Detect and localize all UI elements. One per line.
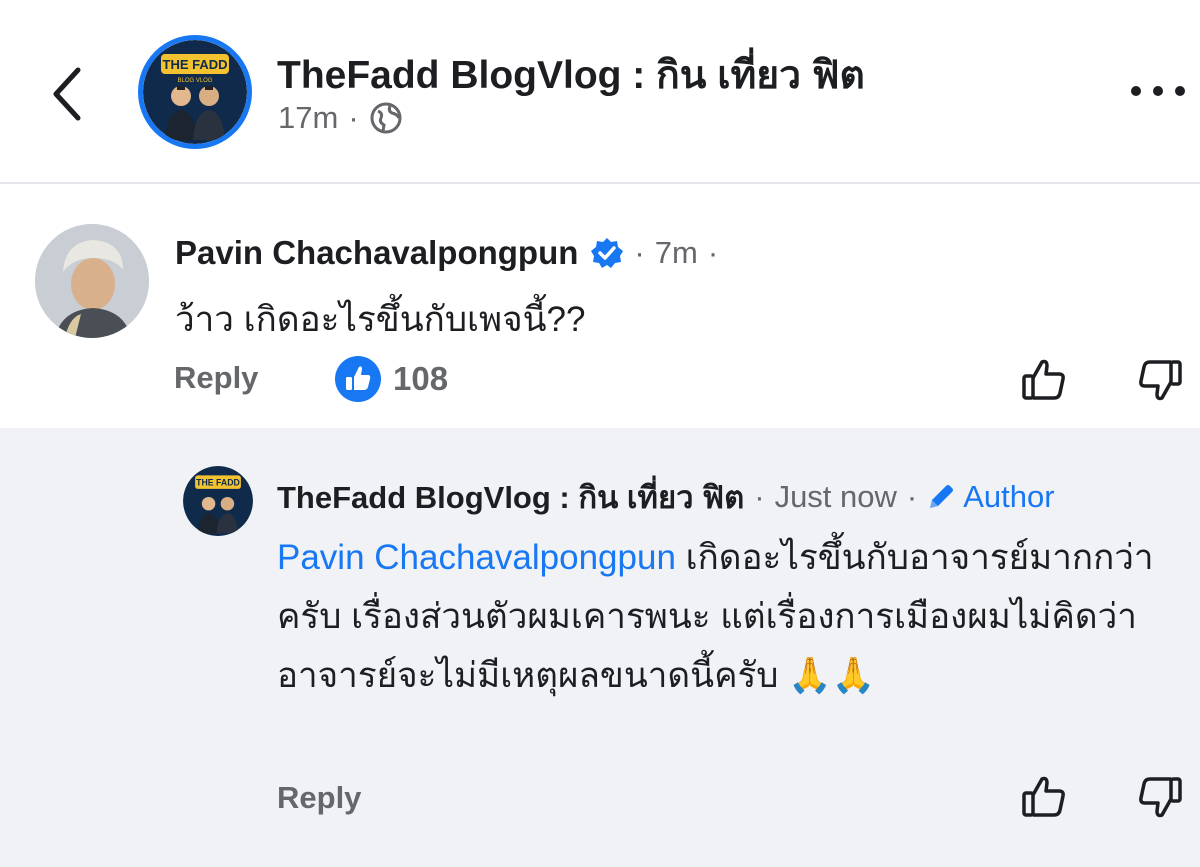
post-header: THE FADD BLOG VLOG TheFadd BlogVlog : กิ… xyxy=(0,0,1200,184)
page-logo-image: THE FADD xyxy=(183,466,253,536)
chevron-left-icon xyxy=(53,67,81,121)
comment-time[interactable]: 7m xyxy=(655,235,698,271)
author-badge-label: Author xyxy=(963,479,1055,514)
upvote-button[interactable] xyxy=(1020,773,1068,821)
more-options-button[interactable] xyxy=(1128,80,1188,102)
page-logo-image: THE FADD BLOG VLOG xyxy=(143,40,247,144)
downvote-button[interactable] xyxy=(1136,773,1184,821)
upvote-button[interactable] xyxy=(1020,356,1068,404)
reply-time[interactable]: Just now xyxy=(775,479,897,515)
meta-separator: · xyxy=(906,479,918,514)
logo-text: THE FADD xyxy=(196,478,240,488)
back-button[interactable] xyxy=(40,58,96,130)
reply-button[interactable]: Reply xyxy=(174,360,258,396)
reply-author-avatar[interactable]: THE FADD xyxy=(183,466,253,536)
thumbs-up-icon xyxy=(1022,359,1065,400)
mention-link[interactable]: Pavin Chachavalpongpun xyxy=(277,538,676,577)
thumbs-down-icon xyxy=(1139,360,1182,401)
commenter-photo xyxy=(35,224,149,338)
comment-author-row: Pavin Chachavalpongpun · 7m · xyxy=(175,234,718,272)
meta-separator: · xyxy=(754,479,765,514)
thumbs-up-icon xyxy=(1022,776,1065,817)
meta-separator: · xyxy=(707,235,719,270)
pray-emoji: 🙏🙏 xyxy=(788,656,876,695)
meta-separator: · xyxy=(348,100,359,135)
comment-text: ว้าว เกิดอะไรขึ้นกับเพจนี้?? xyxy=(175,300,586,339)
downvote-button[interactable] xyxy=(1136,356,1184,404)
thumbs-down-icon xyxy=(1139,777,1182,818)
comment-author[interactable]: Pavin Chachavalpongpun xyxy=(175,234,578,272)
author-badge: Author xyxy=(925,479,1055,515)
logo-text: THE FADD xyxy=(163,57,228,72)
globe-icon xyxy=(370,102,402,134)
reply-author-row: TheFadd BlogVlog : กิน เที่ยว ฟิต · Just… xyxy=(277,472,1055,522)
post-comments-view: THE FADD BLOG VLOG TheFadd BlogVlog : กิ… xyxy=(0,0,1200,867)
meta-separator: · xyxy=(634,235,645,270)
reply-button[interactable]: Reply xyxy=(277,780,361,816)
page-title[interactable]: TheFadd BlogVlog : กิน เที่ยว ฟิต xyxy=(277,44,865,106)
logo-subtext: BLOG VLOG xyxy=(177,78,212,84)
verified-badge-icon xyxy=(591,238,624,268)
more-horizontal-icon xyxy=(1131,86,1185,96)
post-time[interactable]: 17m xyxy=(278,100,338,136)
reaction-summary[interactable]: 108 xyxy=(335,356,448,402)
commenter-avatar[interactable] xyxy=(35,224,149,338)
reply-text: Pavin Chachavalpongpun เกิดอะไรขึ้นกับอา… xyxy=(277,528,1192,705)
pencil-icon xyxy=(930,485,954,508)
page-avatar[interactable]: THE FADD BLOG VLOG xyxy=(138,35,252,149)
reply-author[interactable]: TheFadd BlogVlog : กิน เที่ยว ฟิต xyxy=(277,472,744,522)
like-count: 108 xyxy=(393,360,449,397)
like-reaction-icon xyxy=(335,356,381,402)
post-meta: 17m · xyxy=(278,100,403,136)
comment: Pavin Chachavalpongpun · 7m · ว้าว เกิดอ… xyxy=(0,184,1200,428)
reply-thread: THE FADD TheFadd BlogVlog : กิน เที่ยว ฟ… xyxy=(0,428,1200,867)
